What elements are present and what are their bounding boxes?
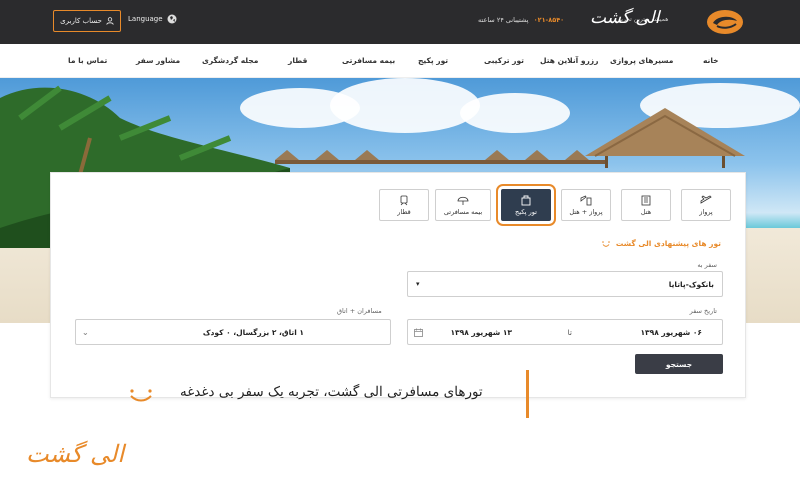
umbrella-icon — [457, 196, 469, 205]
tab-label: قطار — [397, 207, 411, 216]
tab-label: تور پکیج — [515, 207, 537, 216]
smile-logo-icon — [130, 389, 152, 402]
user-icon — [106, 17, 114, 25]
destination-select[interactable]: بانکوک-پاتایا ▾ — [407, 271, 723, 297]
water-villas-image — [275, 150, 605, 164]
caption-divider — [526, 370, 529, 418]
search-panel: پرواز هتل پرواز + هتل تور پکیج بیمه مساف… — [50, 172, 746, 398]
tab-train[interactable]: قطار — [379, 189, 429, 221]
date-label: تاریخ سفر — [689, 307, 717, 315]
nav-item-contact[interactable]: تماس با ما — [68, 56, 107, 65]
nav-item-flight-routes[interactable]: مسیرهای پروازی — [610, 56, 673, 65]
tab-label: پرواز — [699, 207, 713, 216]
hut-image — [585, 108, 745, 168]
suggest-title-text: تور های پیشنهادی الی گشت — [615, 239, 721, 248]
support-info: ۰۲۱-۸۵۴۰ پشتیبانی ۲۴ ساعته — [478, 16, 564, 24]
nav-item-combo-tour[interactable]: تور ترکیبی — [484, 56, 524, 65]
nav-item-travel-insurance[interactable]: بیمه مسافرتی — [342, 56, 395, 65]
tab-hotel[interactable]: هتل — [621, 189, 671, 221]
bottom-logo: الی گشت — [26, 440, 125, 468]
nav-item-package-tour[interactable]: تور پکیج — [418, 56, 448, 65]
nav-item-magazine[interactable]: مجله گردشگری — [202, 56, 258, 65]
tab-label: بیمه مسافرتی — [443, 207, 483, 216]
tab-flight[interactable]: پرواز — [681, 189, 731, 221]
date-from[interactable]: ۰۶ شهریور ۱۳۹۸ — [640, 328, 702, 337]
nav-item-hotel-booking[interactable]: رزرو آنلاین هتل — [540, 56, 598, 65]
logo-text[interactable]: الی گشت — [590, 8, 659, 28]
support-label: پشتیبانی ۲۴ ساعته — [478, 16, 529, 24]
tab-package-tour[interactable]: تور پکیج — [496, 184, 556, 226]
tab-label: هتل — [640, 207, 652, 216]
account-label: حساب کاربری — [60, 17, 102, 25]
account-button[interactable]: حساب کاربری — [53, 10, 121, 32]
nav-item-train[interactable]: قطار — [288, 56, 307, 65]
date-range-field[interactable]: ۰۶ شهریور ۱۳۹۸ تا ۱۳ شهریور ۱۳۹۸ — [407, 319, 723, 345]
language-switcher[interactable]: Language — [128, 14, 177, 24]
passengers-label: مسافران + اتاق — [337, 307, 382, 315]
caption-text: تورهای مسافرتی الی گشت، تجربه یک سفر بی … — [180, 384, 483, 400]
train-icon — [400, 195, 408, 205]
plane-hotel-icon — [580, 194, 592, 205]
tab-flight-hotel[interactable]: پرواز + هتل — [561, 189, 611, 221]
date-to-word: تا — [567, 327, 572, 337]
hotel-icon — [641, 195, 651, 205]
main-nav: خانه مسیرهای پروازی رزرو آنلاین هتل تور … — [0, 44, 800, 78]
destination-label: سفر به — [697, 261, 717, 269]
package-icon — [521, 195, 531, 205]
nav-item-travel-advisor[interactable]: مشاور سفر — [136, 56, 180, 65]
globe-icon — [167, 14, 177, 24]
language-label: Language — [128, 15, 163, 23]
caret-down-icon: ▾ — [416, 280, 420, 288]
logo-icon[interactable] — [705, 9, 745, 35]
destination-value: بانکوک-پاتایا — [668, 279, 714, 289]
plane-icon — [700, 194, 712, 204]
passengers-select[interactable]: ۱ اتاق، ۲ بزرگسال، ۰ کودک ⌄ — [75, 319, 391, 345]
top-header: حساب کاربری Language ۰۲۱-۸۵۴۰ پشتیبانی ۲… — [0, 0, 800, 44]
smile-icon — [602, 241, 611, 247]
search-button[interactable]: جستجو — [635, 354, 723, 374]
calendar-icon — [414, 328, 423, 337]
tab-travel-insurance[interactable]: بیمه مسافرتی — [435, 189, 491, 221]
passengers-value: ۱ اتاق، ۲ بزرگسال، ۰ کودک — [202, 327, 304, 337]
support-phone[interactable]: ۰۲۱-۸۵۴۰ — [534, 16, 564, 24]
nav-item-home[interactable]: خانه — [703, 56, 719, 65]
suggested-tours-title: تور های پیشنهادی الی گشت — [602, 239, 721, 248]
tab-label: پرواز + هتل — [569, 207, 603, 216]
chevron-down-icon: ⌄ — [82, 327, 89, 337]
date-to[interactable]: ۱۳ شهریور ۱۳۹۸ — [450, 328, 512, 337]
